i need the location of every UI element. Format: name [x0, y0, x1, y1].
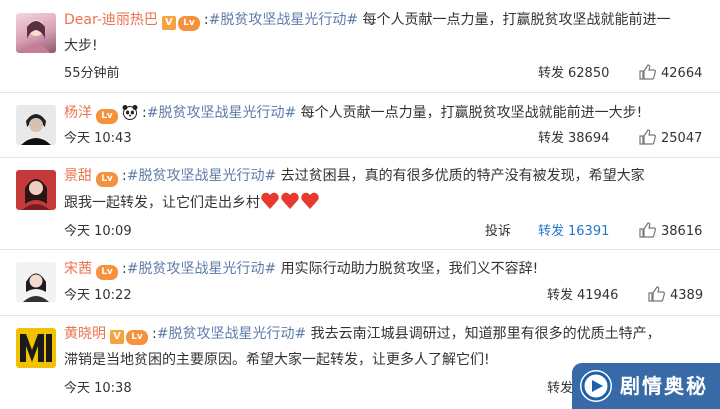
- watermark-logo-icon: [580, 370, 612, 402]
- repost-count: 62850: [568, 66, 610, 81]
- post-text: 杨洋 Lv:#脱贫攻坚战星光行动# 每个人贡献一点力量，打赢脱贫攻坚战就能前进一大…: [64, 101, 706, 125]
- post-text: 黄晓明 V Lv:#脱贫攻坚战星光行动# 我去云南江城县调研过，知道那里有很多的优质…: [64, 322, 706, 346]
- repost-label: 转发: [547, 381, 574, 396]
- thumb-up-icon: [648, 286, 665, 302]
- level-badge-icon: Lv: [177, 16, 200, 31]
- like-button[interactable]: 38616: [639, 220, 702, 244]
- topic-link[interactable]: #脱贫攻坚战星光行动#: [127, 168, 276, 184]
- like-count: 38616: [661, 224, 703, 239]
- avatar[interactable]: [16, 105, 56, 145]
- username[interactable]: 黄晓明: [64, 326, 106, 342]
- topic-link[interactable]: #脱贫攻坚战星光行动#: [127, 261, 276, 277]
- username[interactable]: 杨洋: [64, 105, 92, 121]
- topic-link[interactable]: #脱贫攻坚战星光行动#: [147, 105, 296, 121]
- watermark-text: 剧情奥秘: [620, 374, 708, 398]
- verified-v-icon: V: [110, 330, 124, 344]
- username[interactable]: 宋茜: [64, 261, 92, 277]
- panda-emoji-icon: [122, 105, 138, 120]
- thumb-up-icon: [639, 222, 656, 238]
- post-item: Dear-迪丽热巴 V Lv:#脱贫攻坚战星光行动# 每个人贡献一点力量，打赢脱贫攻…: [0, 0, 720, 93]
- post-time[interactable]: 今天 10:09: [64, 220, 132, 244]
- repost-label: 转发: [538, 131, 565, 146]
- report-button[interactable]: 投诉: [485, 220, 511, 244]
- post-text-line2: 跟我一起转发，让它们走出乡村: [64, 195, 260, 211]
- avatar[interactable]: [16, 262, 56, 302]
- like-button[interactable]: 25047: [639, 127, 702, 151]
- post-item: 景甜 Lv:#脱贫攻坚战星光行动# 去过贫困县，真的有很多优质的特产没有被发现，希…: [0, 158, 720, 250]
- post-text-line1: 每个人贡献一点力量，打赢脱贫攻坚战就能前进一大步!: [296, 105, 643, 121]
- username[interactable]: 景甜: [64, 168, 92, 184]
- post-text-line1: 用实际行动助力脱贫攻坚，我们义不容辞!: [276, 261, 539, 277]
- username[interactable]: Dear-迪丽热巴: [64, 12, 158, 28]
- post-text: 宋茜 Lv:#脱贫攻坚战星光行动# 用实际行动助力脱贫攻坚，我们义不容辞!: [64, 257, 706, 281]
- post-time[interactable]: 55分钟前: [64, 62, 120, 86]
- repost-label: 转发: [538, 224, 565, 239]
- repost-button[interactable]: 转发 62850: [538, 62, 609, 86]
- post-text-line2: 大步!: [64, 38, 98, 54]
- thumb-up-icon: [639, 129, 656, 145]
- repost-label: 转发: [538, 66, 565, 81]
- avatar[interactable]: [16, 13, 56, 53]
- topic-link[interactable]: #脱贫攻坚战星光行动#: [209, 12, 358, 28]
- post-time[interactable]: 今天 10:38: [64, 377, 132, 401]
- repost-count: 41946: [577, 288, 619, 303]
- level-badge-icon: Lv: [96, 109, 118, 124]
- like-count: 4389: [670, 288, 704, 303]
- level-badge-icon: Lv: [96, 265, 118, 280]
- post-text: Dear-迪丽热巴 V Lv:#脱贫攻坚战星光行动# 每个人贡献一点力量，打赢脱贫攻…: [64, 8, 706, 32]
- post-text-line1: 去过贫困县，真的有很多优质的特产没有被发现，希望大家: [276, 168, 645, 184]
- like-button[interactable]: 42664: [639, 62, 702, 86]
- post-text: 景甜 Lv:#脱贫攻坚战星光行动# 去过贫困县，真的有很多优质的特产没有被发现，希…: [64, 164, 706, 188]
- avatar[interactable]: [16, 328, 56, 368]
- repost-button[interactable]: 转发 41946: [547, 284, 618, 308]
- post-time[interactable]: 今天 10:43: [64, 127, 132, 151]
- post-text: 跟我一起转发，让它们走出乡村: [64, 191, 706, 215]
- repost-count: 16391: [568, 224, 610, 239]
- watermark: 剧情奥秘: [572, 363, 720, 409]
- post-text-line1: 我去云南江城县调研过，知道那里有很多的优质土特产，: [306, 326, 661, 342]
- post-text-line1: 每个人贡献一点力量，打赢脱贫攻坚战就能前进一: [358, 12, 671, 28]
- like-button[interactable]: 4389: [648, 284, 703, 308]
- heart-emoji-icon: [261, 192, 319, 209]
- post-item: 杨洋 Lv:#脱贫攻坚战星光行动# 每个人贡献一点力量，打赢脱贫攻坚战就能前进一大…: [0, 93, 720, 158]
- repost-button[interactable]: 转发 16391: [538, 220, 609, 244]
- like-count: 42664: [661, 66, 703, 81]
- repost-button[interactable]: 转发 38694: [538, 127, 609, 151]
- post-item: 宋茜 Lv:#脱贫攻坚战星光行动# 用实际行动助力脱贫攻坚，我们义不容辞! 今天 …: [0, 250, 720, 316]
- verified-v-icon: V: [161, 16, 176, 30]
- post-time[interactable]: 今天 10:22: [64, 284, 132, 308]
- like-count: 25047: [661, 131, 703, 146]
- level-badge-icon: Lv: [96, 172, 118, 187]
- avatar[interactable]: [16, 170, 56, 210]
- topic-link[interactable]: #脱贫攻坚战星光行动#: [157, 326, 306, 342]
- level-badge-icon: Lv: [126, 330, 148, 345]
- repost-label: 转发: [547, 288, 574, 303]
- thumb-up-icon: [639, 64, 656, 80]
- repost-count: 38694: [568, 131, 610, 146]
